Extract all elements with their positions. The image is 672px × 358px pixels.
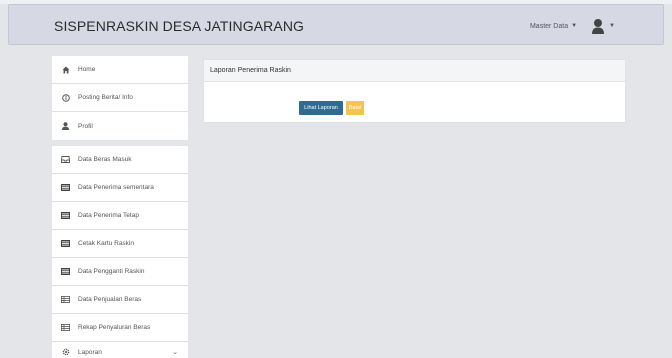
user-icon [592,19,605,34]
sidebar: Home Posting Berita/ Info Profil Data Be… [52,56,188,358]
sidebar-item-data-penjualan-beras[interactable]: Data Penjualan Beras [52,286,188,314]
sidebar-item-home[interactable]: Home [52,56,188,84]
sidebar-item-label: Data Penerima sementara [78,184,154,191]
inbox-icon [60,155,71,164]
table-icon [60,323,71,332]
sidebar-item-label: Cetak Kartu Raskin [78,240,134,247]
sidebar-item-label: Data Beras Masuk [78,156,132,163]
sidebar-item-label: Home [78,66,96,73]
batal-button[interactable]: Batal [346,101,364,115]
sidebar-item-label: Data Pengganti Raskin [78,268,145,275]
sidebar-item-label: Posting Berita/ Info [78,94,133,101]
info-icon [60,93,71,102]
top-navbar: SISPENRASKIN DESA JATINGARANG Master Dat… [8,4,664,45]
app-title[interactable]: SISPENRASKIN DESA JATINGARANG [54,18,304,34]
sidebar-item-label: Data Penjualan Beras [78,296,142,303]
user-icon [60,122,71,131]
sidebar-item-data-penerima-sementara[interactable]: Data Penerima sementara [52,174,188,202]
home-icon [60,65,71,74]
panel-actions: Lihat Laporan Batal [299,101,364,115]
table-icon [60,295,71,304]
sidebar-group-main: Home Posting Berita/ Info Profil [52,56,188,140]
sidebar-item-posting-berita[interactable]: Posting Berita/ Info [52,84,188,112]
sidebar-group-data: Data Beras Masuk Data Penerima sementara… [52,146,188,358]
sidebar-item-data-pengganti-raskin[interactable]: Data Pengganti Raskin [52,258,188,286]
sidebar-item-label: Data Penerima Tetap [78,212,139,219]
master-data-dropdown[interactable]: Master Data ▼ [530,23,577,30]
list-icon [60,267,71,276]
panel-title: Laporan Penerima Raskin [204,60,625,82]
sidebar-item-cetak-kartu-raskin[interactable]: Cetak Kartu Raskin [52,230,188,258]
navbar-right: Master Data ▼ ▼ [530,14,615,38]
sidebar-item-label: Rekap Penyaluran Beras [78,324,151,331]
user-dropdown[interactable]: ▼ [591,18,615,34]
report-panel: Laporan Penerima Raskin Lihat Laporan Ba… [203,59,626,123]
expand-icon[interactable]: ⌄ [172,348,178,356]
list-icon [60,211,71,220]
list-icon [60,239,71,248]
gear-icon [60,348,71,357]
sidebar-item-data-penerima-tetap[interactable]: Data Penerima Tetap [52,202,188,230]
sidebar-item-profil[interactable]: Profil [52,112,188,140]
caret-down-icon: ▼ [609,23,615,29]
list-icon [60,183,71,192]
master-data-label: Master Data [529,22,569,30]
sidebar-item-data-beras-masuk[interactable]: Data Beras Masuk [52,146,188,174]
caret-down-icon: ▼ [571,23,578,29]
sidebar-item-label: Profil [78,122,93,130]
sidebar-item-laporan[interactable]: Laporan ⌄ [52,342,188,358]
lihat-laporan-button[interactable]: Lihat Laporan [299,101,343,115]
sidebar-item-rekap-penyaluran-beras[interactable]: Rekap Penyaluran Beras [52,314,188,342]
sidebar-item-label: Laporan [78,348,102,356]
